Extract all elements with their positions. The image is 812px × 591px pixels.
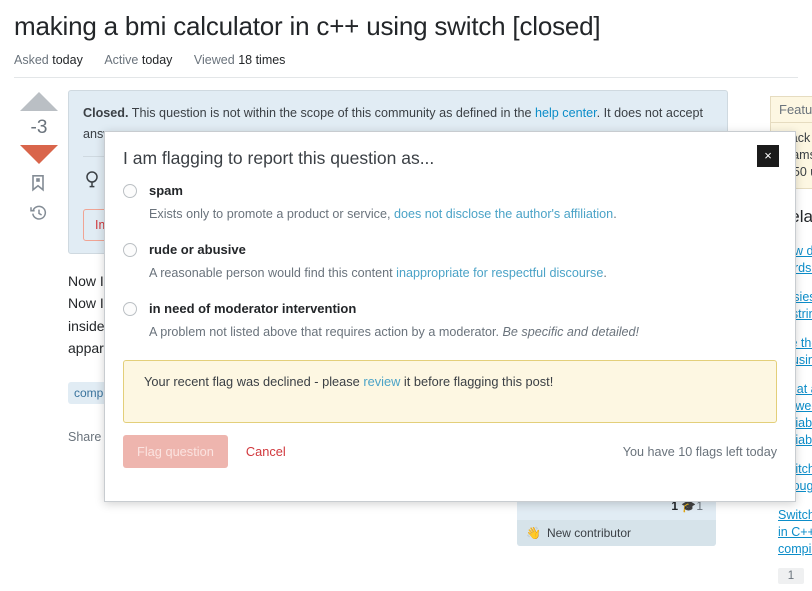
help-center-link[interactable]: help center bbox=[535, 106, 597, 120]
vote-count: -3 bbox=[30, 116, 48, 138]
flag-question-button[interactable]: Flag question bbox=[123, 435, 228, 468]
question-header: making a bmi calculator in c++ using swi… bbox=[0, 0, 812, 77]
related-row-with-count: 1 Getting a BMI calculator to print the … bbox=[770, 564, 812, 591]
new-contributor-banner: 👋 New contributor bbox=[517, 520, 716, 546]
close-icon[interactable]: × bbox=[757, 145, 779, 167]
flag-declined-notice: Your recent flag was declined - please r… bbox=[123, 360, 777, 423]
wave-hand-icon: 👋 bbox=[526, 526, 541, 540]
history-icon[interactable] bbox=[30, 204, 48, 224]
notice-after: it before flagging this post! bbox=[400, 374, 554, 389]
flag-option-row: rude or abusive bbox=[123, 242, 777, 257]
flag-option-row: in need of moderator intervention bbox=[123, 301, 777, 316]
radio-rude-or-abusive[interactable] bbox=[123, 242, 137, 257]
spam-policy-link[interactable]: does not disclose the author's affiliati… bbox=[394, 207, 613, 221]
radio-spam[interactable] bbox=[123, 183, 137, 198]
flag-option-description: A problem not listed above that requires… bbox=[149, 324, 777, 341]
flag-options: spam Exists only to promote a product or… bbox=[105, 169, 795, 341]
radio-moderator-intervention[interactable] bbox=[123, 301, 137, 316]
desc-after: . bbox=[613, 207, 617, 221]
modal-title: I am flagging to report this question as… bbox=[123, 148, 435, 168]
flag-option-row: spam bbox=[123, 183, 777, 198]
featured-header: Featured on Meta bbox=[770, 96, 812, 122]
notice-before: Your recent flag was declined - please bbox=[144, 374, 364, 389]
flag-option-moderator[interactable]: in need of moderator intervention A prob… bbox=[123, 301, 777, 341]
flag-option-label: in need of moderator intervention bbox=[149, 301, 357, 316]
new-contributor-label: New contributor bbox=[546, 526, 631, 540]
flag-option-description: Exists only to promote a product or serv… bbox=[149, 206, 777, 223]
share-button[interactable]: Share bbox=[68, 430, 101, 444]
meta-viewed: Viewed 18 times bbox=[194, 53, 286, 67]
meta-asked-label: Asked bbox=[14, 52, 49, 67]
meta-active-label: Active bbox=[104, 52, 139, 67]
desc-emphasis: Be specific and detailed! bbox=[502, 325, 640, 339]
downvote-button[interactable] bbox=[20, 144, 58, 164]
question-meta: Asked today Active today Viewed 18 times bbox=[14, 53, 798, 77]
flags-left-status: You have 10 flags left today bbox=[622, 444, 777, 459]
meta-viewed-value: 18 times bbox=[238, 52, 286, 67]
meta-active-value: today bbox=[141, 52, 173, 67]
meta-viewed-label: Viewed bbox=[193, 52, 235, 67]
desc-before: A problem not listed above that requires… bbox=[149, 325, 503, 339]
question-page: making a bmi calculator in c++ using swi… bbox=[0, 0, 812, 591]
page-title: making a bmi calculator in c++ using swi… bbox=[14, 11, 601, 41]
flag-option-label: spam bbox=[149, 183, 183, 198]
flag-option-label: rude or abusive bbox=[149, 242, 246, 257]
closed-prefix: Closed. bbox=[83, 105, 129, 120]
modal-footer: Flag question Cancel You have 10 flags l… bbox=[105, 423, 795, 468]
lightbulb-icon bbox=[83, 168, 105, 196]
upvote-button[interactable] bbox=[20, 91, 58, 111]
flag-option-rude[interactable]: rude or abusive A reasonable person woul… bbox=[123, 242, 777, 282]
desc-after: . bbox=[603, 266, 607, 280]
cancel-button[interactable]: Cancel bbox=[246, 444, 286, 459]
meta-asked-value: today bbox=[52, 52, 83, 67]
flag-option-spam[interactable]: spam Exists only to promote a product or… bbox=[123, 183, 777, 223]
bookmark-icon[interactable] bbox=[30, 174, 48, 194]
related-vote-count: 1 bbox=[778, 568, 804, 584]
review-link[interactable]: review bbox=[363, 374, 400, 389]
desc-before: Exists only to promote a product or serv… bbox=[149, 207, 394, 221]
meta-active: Active today bbox=[104, 53, 172, 67]
related-link[interactable]: Switch case with enums in C++ producing … bbox=[770, 501, 812, 564]
flag-modal: I am flagging to report this question as… bbox=[104, 131, 796, 502]
vote-column: -3 bbox=[14, 90, 64, 444]
meta-asked: Asked today bbox=[14, 53, 83, 67]
desc-before: A reasonable person would find this cont… bbox=[149, 266, 397, 280]
flag-option-description: A reasonable person would find this cont… bbox=[149, 265, 777, 282]
closed-text-1: This question is not within the scope of… bbox=[128, 105, 535, 120]
conduct-policy-link[interactable]: inappropriate for respectful discourse bbox=[396, 266, 603, 280]
